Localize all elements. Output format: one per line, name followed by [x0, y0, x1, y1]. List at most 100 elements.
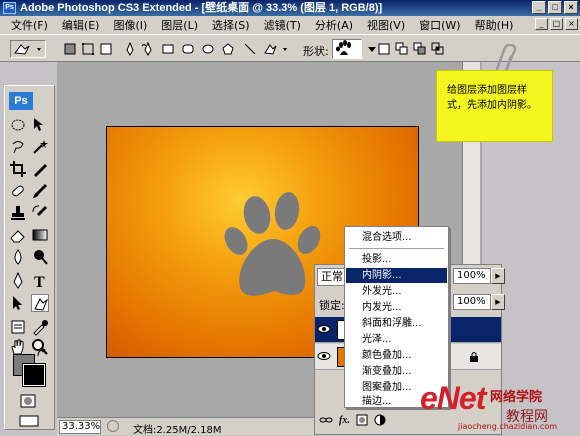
custom-shape-button[interactable] — [262, 41, 292, 57]
shape-layers-button[interactable] — [62, 41, 78, 57]
arrow-select-icon — [13, 296, 22, 310]
opacity-field[interactable]: 100% — [453, 268, 491, 284]
menu-file[interactable]: 文件(F) — [4, 17, 55, 33]
type-tool[interactable]: T — [31, 272, 49, 291]
clone-stamp-tool[interactable] — [9, 204, 27, 222]
custom-shape-tool-icon — [34, 298, 49, 311]
crop-tool[interactable] — [9, 160, 27, 178]
fill-pixels-icon — [100, 43, 112, 55]
menu-filter[interactable]: 滤镜(T) — [257, 17, 308, 33]
brush-tool[interactable] — [31, 182, 49, 200]
history-brush-tool[interactable] — [31, 204, 49, 222]
brush-icon — [33, 184, 47, 198]
fx-icon[interactable]: fx. — [339, 415, 350, 426]
custom-shape-tool[interactable] — [31, 294, 49, 312]
healing-brush-tool[interactable] — [9, 182, 27, 200]
status-info-icon[interactable] — [107, 420, 119, 432]
screen-mode-icon — [19, 415, 39, 427]
stamp-icon — [11, 206, 25, 220]
doc-restore-button[interactable]: □ — [550, 18, 563, 30]
eraser-tool[interactable] — [9, 226, 27, 244]
screen-mode-button[interactable] — [17, 414, 41, 428]
line-tool-button[interactable] — [242, 41, 258, 57]
swap-colors-button[interactable] — [37, 347, 47, 358]
intersect-shape-button[interactable] — [430, 41, 446, 57]
subtract-shape-area-icon — [413, 42, 426, 55]
watermark-logo: eNet — [420, 380, 486, 416]
rectangle-tool-button[interactable] — [160, 41, 176, 57]
notes-tool[interactable] — [9, 318, 27, 336]
menu-image[interactable]: 图像(I) — [106, 17, 154, 33]
document-window-controls: _ □ × — [535, 18, 578, 30]
link-layers-icon[interactable] — [319, 414, 333, 426]
polygon-tool-button[interactable] — [220, 41, 236, 57]
menu-item-drop-shadow[interactable]: 投影... — [346, 252, 447, 267]
maximize-button[interactable]: □ — [548, 1, 562, 14]
crop-icon — [10, 161, 26, 177]
menu-edit[interactable]: 编辑(E) — [55, 17, 107, 33]
document-size-info: 文档:2.25M/2.18M — [133, 425, 222, 436]
menu-item-outer-glow[interactable]: 外发光... — [346, 284, 447, 299]
menu-window[interactable]: 窗口(W) — [412, 17, 467, 33]
menu-item-satin[interactable]: 光泽... — [346, 332, 447, 347]
create-new-shape-layer-button[interactable] — [376, 41, 392, 57]
freeform-pen-button[interactable] — [140, 41, 156, 57]
toolbox: Ps T — [4, 85, 55, 430]
ellipse-tool-button[interactable] — [200, 41, 216, 57]
add-to-shape-button[interactable] — [394, 41, 410, 57]
eye-icon[interactable] — [317, 322, 331, 336]
subtract-shape-button[interactable] — [412, 41, 428, 57]
tool-preset-picker[interactable] — [10, 40, 46, 58]
custom-shape-tool-icon — [14, 44, 41, 55]
fill-pixels-button[interactable] — [98, 41, 114, 57]
menu-item-inner-glow[interactable]: 内发光... — [346, 300, 447, 315]
fill-field[interactable]: 100% — [453, 294, 491, 310]
blur-tool[interactable] — [9, 248, 27, 266]
title-bar: Ps Adobe Photoshop CS3 Extended - [壁纸桌面 … — [0, 0, 580, 16]
pen-tool[interactable] — [9, 271, 27, 290]
eye-icon[interactable] — [317, 349, 331, 363]
background-color-swatch[interactable] — [22, 363, 46, 387]
minimize-button[interactable]: _ — [532, 1, 546, 14]
opacity-slider-button[interactable]: ▶ — [491, 268, 505, 284]
menu-item-color-overlay[interactable]: 颜色叠加... — [346, 348, 447, 363]
zoom-level-field[interactable]: 33.33% — [59, 420, 101, 434]
gradient-icon — [32, 229, 48, 241]
menu-item-inner-shadow[interactable]: 内阴影... — [346, 268, 447, 283]
quick-mask-button[interactable] — [15, 394, 41, 408]
menu-analysis[interactable]: 分析(A) — [308, 17, 360, 33]
eyedropper-tool[interactable] — [31, 318, 49, 336]
doc-minimize-button[interactable]: _ — [535, 18, 548, 30]
notes-icon — [11, 320, 25, 334]
fill-slider-button[interactable]: ▶ — [491, 294, 505, 310]
pen-tool-button[interactable] — [122, 41, 138, 57]
menu-item-blending-options[interactable]: 混合选项... — [346, 230, 447, 245]
rounded-rectangle-button[interactable] — [180, 41, 196, 57]
lasso-tool[interactable] — [9, 138, 27, 156]
gradient-tool[interactable] — [31, 226, 49, 244]
menu-view[interactable]: 视图(V) — [360, 17, 412, 33]
close-button[interactable]: × — [564, 1, 578, 14]
move-tool[interactable] — [31, 116, 49, 134]
dodge-tool[interactable] — [31, 248, 49, 266]
add-shape-area-icon — [395, 42, 408, 55]
window-controls: _ □ × — [532, 1, 578, 14]
menu-help[interactable]: 帮助(H) — [468, 17, 521, 33]
slice-tool[interactable] — [31, 160, 49, 178]
photoshop-app-icon: Ps — [3, 2, 16, 14]
menu-layer[interactable]: 图层(L) — [154, 17, 205, 33]
blur-drop-icon — [14, 249, 22, 265]
paths-button[interactable] — [80, 41, 96, 57]
menu-select[interactable]: 选择(S) — [205, 17, 257, 33]
magic-wand-tool[interactable] — [31, 138, 49, 156]
layer-mask-icon[interactable] — [356, 414, 368, 426]
polygon-icon — [222, 43, 234, 55]
shape-picker[interactable] — [332, 39, 362, 59]
new-shape-area-icon — [378, 43, 390, 55]
adjustment-layer-icon[interactable] — [374, 414, 386, 426]
options-bar: 形状: — [0, 34, 580, 62]
marquee-tool[interactable] — [9, 116, 27, 134]
path-selection-tool[interactable] — [9, 294, 27, 312]
menu-item-bevel-emboss[interactable]: 斜面和浮雕... — [346, 316, 447, 331]
doc-close-button[interactable]: × — [565, 18, 578, 30]
